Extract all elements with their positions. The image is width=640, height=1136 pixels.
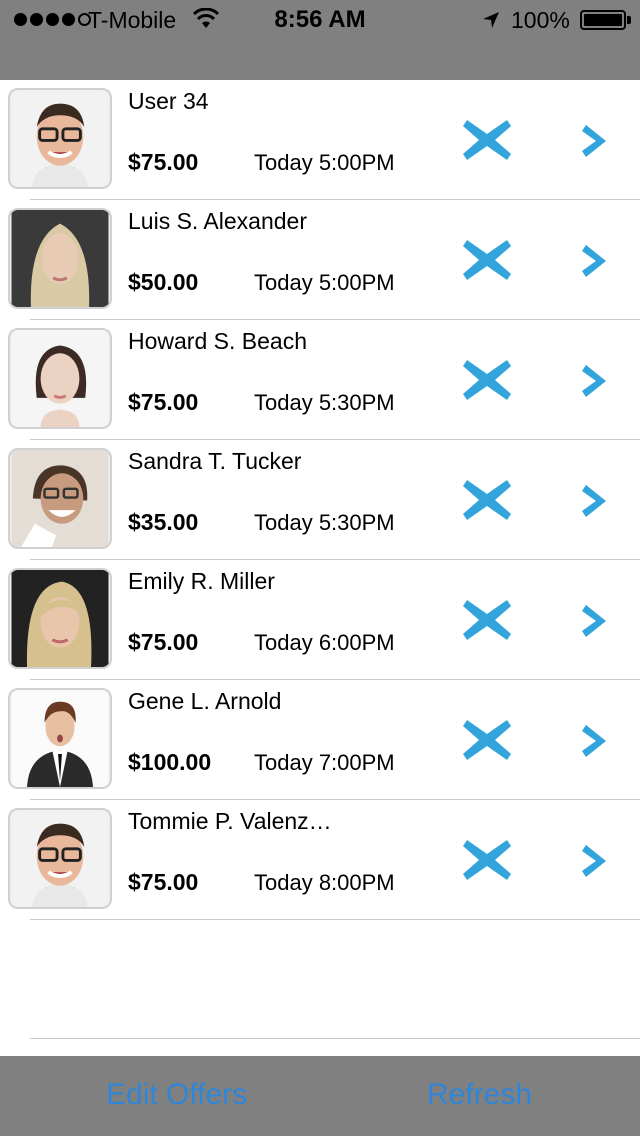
status-bar: T-Mobile 8:56 AM 100% — [0, 0, 640, 40]
close-icon — [461, 600, 513, 648]
reject-offer-button[interactable] — [461, 116, 513, 164]
avatar — [8, 808, 112, 909]
avatar — [8, 448, 112, 549]
row-separator — [30, 919, 640, 920]
offer-name: Sandra T. Tucker — [128, 448, 302, 474]
offer-amount: $75.00 — [128, 869, 199, 895]
offer-detail-button[interactable] — [580, 481, 612, 521]
empty-row-separator — [30, 1038, 640, 1039]
offer-detail-button[interactable] — [580, 361, 612, 401]
list-item[interactable]: Howard S. Beach $75.00 Today 5:30PM — [0, 320, 640, 440]
list-item[interactable]: User 34 $75.00 Today 5:00PM — [0, 80, 640, 200]
offer-name: Luis S. Alexander — [128, 208, 308, 234]
offer-amount: $35.00 — [128, 509, 199, 535]
battery-nub — [627, 16, 631, 24]
refresh-button[interactable]: Refresh — [427, 1078, 532, 1112]
offer-detail-button[interactable] — [580, 121, 612, 161]
offer-name: Tommie P. Valenz… — [128, 808, 332, 834]
close-icon — [461, 360, 513, 408]
offer-time: Today 8:00PM — [254, 870, 395, 895]
reject-offer-button[interactable] — [461, 476, 513, 524]
list-item[interactable]: Tommie P. Valenz… $75.00 Today 8:00PM — [0, 800, 640, 920]
offer-time: Today 6:00PM — [254, 630, 395, 655]
offers-list[interactable]: User 34 $75.00 Today 5:00PM Luis S. Alexand… — [0, 80, 640, 1056]
edit-offers-button[interactable]: Edit Offers — [106, 1078, 247, 1112]
chevron-right-icon — [580, 485, 612, 525]
reject-offer-button[interactable] — [461, 596, 513, 644]
offer-detail-button[interactable] — [580, 601, 612, 641]
offer-amount: $50.00 — [128, 269, 199, 295]
list-item[interactable]: Sandra T. Tucker $35.00 Today 5:30PM — [0, 440, 640, 560]
offer-time: Today 5:00PM — [254, 270, 395, 295]
list-item[interactable]: Gene L. Arnold $100.00 Today 7:00PM — [0, 680, 640, 800]
offer-name: User 34 — [128, 88, 209, 114]
reject-offer-button[interactable] — [461, 356, 513, 404]
offer-time: Today 5:30PM — [254, 390, 395, 415]
close-icon — [461, 720, 513, 768]
navigation-bar: T-Mobile 8:56 AM 100% — [0, 0, 640, 80]
close-icon — [461, 480, 513, 528]
chevron-right-icon — [580, 365, 612, 405]
offer-time: Today 7:00PM — [254, 750, 395, 775]
avatar — [8, 688, 112, 789]
offer-amount: $100.00 — [128, 749, 212, 775]
offer-time: Today 5:30PM — [254, 510, 395, 535]
close-icon — [461, 120, 513, 168]
avatar — [8, 328, 112, 429]
offer-amount: $75.00 — [128, 629, 199, 655]
chevron-right-icon — [580, 245, 612, 285]
chevron-right-icon — [580, 845, 612, 885]
reject-offer-button[interactable] — [461, 836, 513, 884]
offer-detail-button[interactable] — [580, 721, 612, 761]
chevron-right-icon — [580, 725, 612, 765]
avatar — [8, 568, 112, 669]
bottom-toolbar: Edit Offers Refresh — [0, 1056, 640, 1136]
offer-detail-button[interactable] — [580, 241, 612, 281]
offer-name: Gene L. Arnold — [128, 688, 282, 714]
chevron-right-icon — [580, 605, 612, 645]
list-item[interactable]: Emily R. Miller $75.00 Today 6:00PM — [0, 560, 640, 680]
list-item[interactable]: Luis S. Alexander $50.00 Today 5:00PM — [0, 200, 640, 320]
close-icon — [461, 840, 513, 888]
offer-time: Today 5:00PM — [254, 150, 395, 175]
location-arrow-icon — [483, 12, 499, 28]
avatar — [8, 88, 112, 189]
offer-amount: $75.00 — [128, 389, 199, 415]
avatar — [8, 208, 112, 309]
chevron-right-icon — [580, 125, 612, 165]
offer-amount: $75.00 — [128, 149, 199, 175]
reject-offer-button[interactable] — [461, 236, 513, 284]
offer-name: Howard S. Beach — [128, 328, 307, 354]
close-icon — [461, 240, 513, 288]
offer-detail-button[interactable] — [580, 841, 612, 881]
battery-percent: 100% — [511, 7, 570, 33]
battery-icon — [580, 10, 626, 30]
offer-name: Emily R. Miller — [128, 568, 275, 594]
reject-offer-button[interactable] — [461, 716, 513, 764]
